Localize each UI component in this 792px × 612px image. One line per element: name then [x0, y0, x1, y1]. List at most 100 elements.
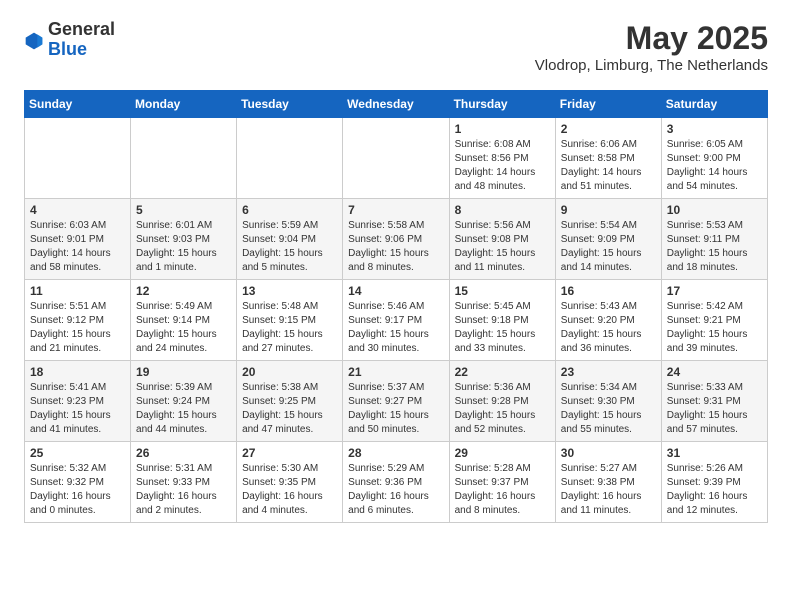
calendar-cell: 22 Sunrise: 5:36 AM Sunset: 9:28 PM Dayli…: [449, 361, 555, 442]
day-number: 4: [30, 203, 125, 217]
day-info: Sunrise: 5:29 AM Sunset: 9:36 PM Dayligh…: [348, 462, 443, 518]
calendar-cell: 31Sunrise: 5:26 AM Sunset: 9:39 PM Dayli…: [661, 442, 767, 523]
calendar-header-tuesday: Tuesday: [237, 91, 343, 118]
day-number: 13: [242, 284, 337, 298]
month-title: May 2025: [535, 20, 768, 57]
calendar-cell: [237, 118, 343, 199]
calendar-header-sunday: Sunday: [25, 91, 131, 118]
day-info: Sunrise: 5:27 AM Sunset: 9:38 PM Dayligh…: [561, 462, 656, 518]
calendar-cell: 28Sunrise: 5:29 AM Sunset: 9:36 PM Dayli…: [343, 442, 449, 523]
calendar-cell: 13Sunrise: 5:48 AM Sunset: 9:15 PM Dayli…: [237, 280, 343, 361]
calendar-cell: 21 Sunrise: 5:37 AM Sunset: 9:27 PM Dayli…: [343, 361, 449, 442]
day-info: Sunrise: 5:39 AM Sunset: 9:24 PM Dayligh…: [136, 381, 231, 437]
day-number: 8: [455, 203, 550, 217]
day-number: 1: [455, 122, 550, 136]
calendar-cell: 24 Sunrise: 5:33 AM Sunset: 9:31 PM Dayli…: [661, 361, 767, 442]
title-block: May 2025 Vlodrop, Limburg, The Netherlan…: [535, 20, 768, 74]
day-info: Sunrise: 5:33 AM Sunset: 9:31 PM Dayligh…: [667, 381, 762, 437]
day-info: Sunrise: 5:41 AM Sunset: 9:23 PM Dayligh…: [30, 381, 125, 437]
calendar-week-1: 1Sunrise: 6:08 AM Sunset: 8:56 PM Daylig…: [25, 118, 768, 199]
day-number: 5: [136, 203, 231, 217]
calendar-cell: 29 Sunrise: 5:28 AM Sunset: 9:37 PM Dayli…: [449, 442, 555, 523]
day-number: 7: [348, 203, 443, 217]
calendar-week-5: 25 Sunrise: 5:32 AM Sunset: 9:32 PM Dayli…: [25, 442, 768, 523]
day-number: 9: [561, 203, 656, 217]
calendar-cell: [131, 118, 237, 199]
calendar-cell: 15 Sunrise: 5:45 AM Sunset: 9:18 PM Dayli…: [449, 280, 555, 361]
day-number: 25: [30, 446, 125, 460]
calendar-header-friday: Friday: [555, 91, 661, 118]
calendar-cell: 5 Sunrise: 6:01 AM Sunset: 9:03 PM Daylig…: [131, 199, 237, 280]
calendar-cell: 18 Sunrise: 5:41 AM Sunset: 9:23 PM Dayli…: [25, 361, 131, 442]
day-info: Sunrise: 5:43 AM Sunset: 9:20 PM Dayligh…: [561, 300, 656, 356]
day-info: Sunrise: 6:05 AM Sunset: 9:00 PM Dayligh…: [667, 138, 762, 194]
logo-text: General Blue: [48, 20, 115, 60]
day-number: 11: [30, 284, 125, 298]
day-info: Sunrise: 5:58 AM Sunset: 9:06 PM Dayligh…: [348, 219, 443, 275]
day-info: Sunrise: 5:37 AM Sunset: 9:27 PM Dayligh…: [348, 381, 443, 437]
calendar-header-wednesday: Wednesday: [343, 91, 449, 118]
calendar-cell: 27Sunrise: 5:30 AM Sunset: 9:35 PM Dayli…: [237, 442, 343, 523]
calendar-cell: 11 Sunrise: 5:51 AM Sunset: 9:12 PM Dayli…: [25, 280, 131, 361]
day-number: 12: [136, 284, 231, 298]
day-info: Sunrise: 5:28 AM Sunset: 9:37 PM Dayligh…: [455, 462, 550, 518]
day-info: Sunrise: 5:36 AM Sunset: 9:28 PM Dayligh…: [455, 381, 550, 437]
day-info: Sunrise: 6:01 AM Sunset: 9:03 PM Dayligh…: [136, 219, 231, 275]
day-number: 31: [667, 446, 762, 460]
logo: General Blue: [24, 20, 115, 60]
day-number: 22: [455, 365, 550, 379]
day-number: 6: [242, 203, 337, 217]
calendar-cell: [343, 118, 449, 199]
calendar-cell: 26 Sunrise: 5:31 AM Sunset: 9:33 PM Dayli…: [131, 442, 237, 523]
day-info: Sunrise: 5:45 AM Sunset: 9:18 PM Dayligh…: [455, 300, 550, 356]
calendar-cell: 23 Sunrise: 5:34 AM Sunset: 9:30 PM Dayli…: [555, 361, 661, 442]
calendar-cell: 8 Sunrise: 5:56 AM Sunset: 9:08 PM Daylig…: [449, 199, 555, 280]
page: General Blue May 2025 Vlodrop, Limburg, …: [0, 0, 792, 543]
calendar-table: SundayMondayTuesdayWednesdayThursdayFrid…: [24, 90, 768, 523]
day-info: Sunrise: 5:56 AM Sunset: 9:08 PM Dayligh…: [455, 219, 550, 275]
day-info: Sunrise: 5:54 AM Sunset: 9:09 PM Dayligh…: [561, 219, 656, 275]
calendar-cell: 6Sunrise: 5:59 AM Sunset: 9:04 PM Daylig…: [237, 199, 343, 280]
calendar-header-row: SundayMondayTuesdayWednesdayThursdayFrid…: [25, 91, 768, 118]
day-number: 3: [667, 122, 762, 136]
day-number: 29: [455, 446, 550, 460]
day-info: Sunrise: 5:30 AM Sunset: 9:35 PM Dayligh…: [242, 462, 337, 518]
day-number: 14: [348, 284, 443, 298]
calendar-header-saturday: Saturday: [661, 91, 767, 118]
day-number: 26: [136, 446, 231, 460]
day-number: 24: [667, 365, 762, 379]
calendar-cell: 7 Sunrise: 5:58 AM Sunset: 9:06 PM Daylig…: [343, 199, 449, 280]
calendar-week-4: 18 Sunrise: 5:41 AM Sunset: 9:23 PM Dayli…: [25, 361, 768, 442]
day-info: Sunrise: 5:34 AM Sunset: 9:30 PM Dayligh…: [561, 381, 656, 437]
day-number: 18: [30, 365, 125, 379]
day-info: Sunrise: 5:51 AM Sunset: 9:12 PM Dayligh…: [30, 300, 125, 356]
calendar-week-2: 4Sunrise: 6:03 AM Sunset: 9:01 PM Daylig…: [25, 199, 768, 280]
day-number: 23: [561, 365, 656, 379]
day-info: Sunrise: 5:42 AM Sunset: 9:21 PM Dayligh…: [667, 300, 762, 356]
calendar-cell: 30 Sunrise: 5:27 AM Sunset: 9:38 PM Dayli…: [555, 442, 661, 523]
calendar-cell: 10Sunrise: 5:53 AM Sunset: 9:11 PM Dayli…: [661, 199, 767, 280]
day-number: 19: [136, 365, 231, 379]
calendar-cell: 25 Sunrise: 5:32 AM Sunset: 9:32 PM Dayli…: [25, 442, 131, 523]
calendar-header-thursday: Thursday: [449, 91, 555, 118]
day-info: Sunrise: 5:38 AM Sunset: 9:25 PM Dayligh…: [242, 381, 337, 437]
calendar-week-3: 11 Sunrise: 5:51 AM Sunset: 9:12 PM Dayli…: [25, 280, 768, 361]
day-info: Sunrise: 6:06 AM Sunset: 8:58 PM Dayligh…: [561, 138, 656, 194]
day-number: 20: [242, 365, 337, 379]
location: Vlodrop, Limburg, The Netherlands: [535, 57, 768, 74]
day-info: Sunrise: 5:31 AM Sunset: 9:33 PM Dayligh…: [136, 462, 231, 518]
calendar-cell: 19 Sunrise: 5:39 AM Sunset: 9:24 PM Dayli…: [131, 361, 237, 442]
logo-icon: [24, 31, 44, 51]
day-number: 30: [561, 446, 656, 460]
calendar-cell: 17Sunrise: 5:42 AM Sunset: 9:21 PM Dayli…: [661, 280, 767, 361]
day-number: 15: [455, 284, 550, 298]
logo-blue: Blue: [48, 40, 115, 60]
day-info: Sunrise: 5:53 AM Sunset: 9:11 PM Dayligh…: [667, 219, 762, 275]
day-number: 16: [561, 284, 656, 298]
day-info: Sunrise: 5:32 AM Sunset: 9:32 PM Dayligh…: [30, 462, 125, 518]
calendar-cell: [25, 118, 131, 199]
calendar-cell: 20 Sunrise: 5:38 AM Sunset: 9:25 PM Dayli…: [237, 361, 343, 442]
logo-general: General: [48, 20, 115, 40]
day-number: 21: [348, 365, 443, 379]
header: General Blue May 2025 Vlodrop, Limburg, …: [24, 20, 768, 74]
